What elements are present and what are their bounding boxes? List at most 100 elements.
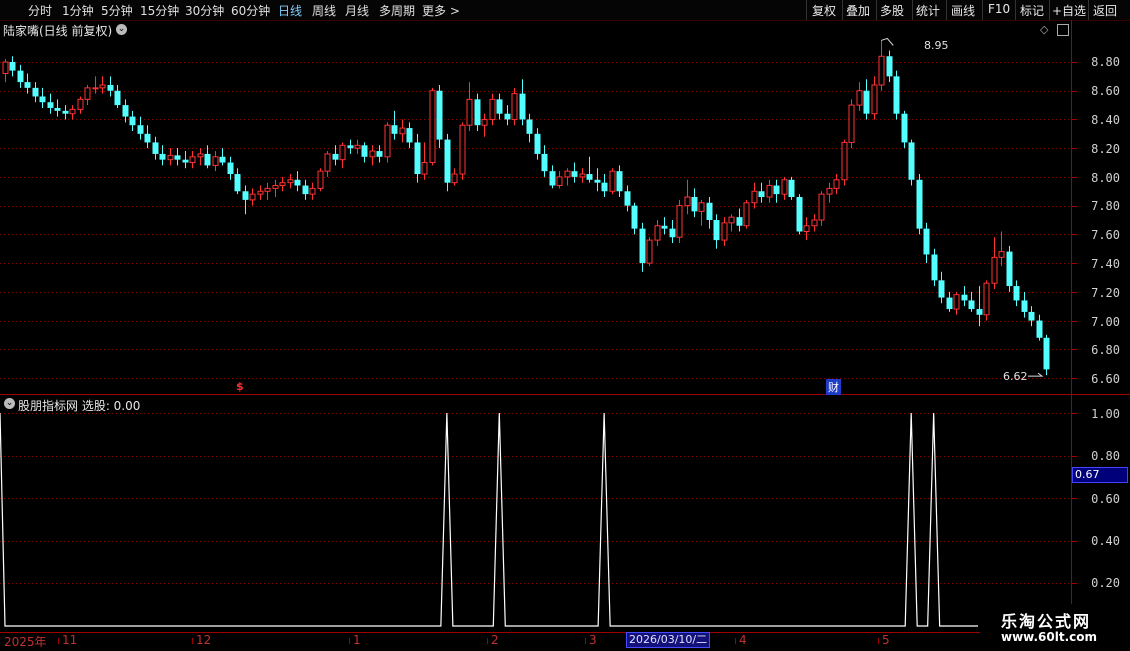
candle-body-up	[466, 98, 473, 126]
candle-body-up	[556, 176, 563, 187]
candle-body-up	[826, 187, 833, 195]
candle-body-up	[721, 222, 728, 241]
price-tick-label: 7.20	[1091, 286, 1120, 300]
cursor-date: 2026/03/10/二	[626, 632, 711, 648]
candle-body-down	[496, 99, 503, 114]
candle-body-down	[122, 105, 129, 117]
candle-body-up	[459, 124, 466, 175]
candle-body-down	[347, 145, 354, 149]
candle-body-down	[54, 107, 61, 111]
candle-body-up	[728, 216, 735, 224]
candle-body-up	[698, 202, 705, 212]
time-axis: 2025年 11 12 1 2 3 4 5	[0, 632, 1071, 651]
price-tick-label: 7.60	[1091, 228, 1120, 242]
kline-chart[interactable]	[0, 0, 1130, 650]
candle-body-down	[571, 171, 578, 177]
candle-body-down	[968, 300, 975, 310]
candle-body-up	[317, 170, 324, 189]
candle-body-up	[287, 179, 294, 184]
candle-body-up	[429, 90, 436, 164]
candle-body-down	[961, 294, 968, 301]
candle-body-up	[766, 185, 773, 198]
candle-body-up	[751, 190, 758, 204]
candle-body-down	[541, 153, 548, 172]
candle-body-up	[2, 61, 9, 74]
candle-body-up	[646, 239, 653, 264]
candle-body-down	[219, 156, 226, 163]
candle-body-down	[788, 179, 795, 198]
candle-body-up	[451, 173, 458, 184]
candle-body-down	[1006, 251, 1013, 287]
candle-body-down	[242, 191, 249, 200]
candle-body-down	[669, 228, 676, 238]
candle-body-down	[17, 70, 24, 83]
candle-body-down	[863, 90, 870, 114]
candle-body-down	[923, 228, 930, 255]
candle-body-down	[908, 142, 915, 180]
price-tick-label: 8.40	[1091, 113, 1120, 127]
indicator-tick-label: 0.60	[1091, 492, 1120, 506]
candle-body-down	[931, 254, 938, 281]
candle-body-up	[421, 162, 428, 175]
price-tick-label: 7.00	[1091, 315, 1120, 329]
candle-body-down	[444, 139, 451, 183]
signal-line	[0, 412, 978, 627]
candle-body-up	[743, 202, 750, 227]
candle-body-up	[841, 141, 848, 181]
candle-body-down	[706, 202, 713, 220]
candle-body-down	[294, 179, 301, 186]
candle-body-down	[174, 155, 181, 160]
chevron-down-icon[interactable]: ⌄	[116, 24, 127, 35]
candle-body-up	[272, 185, 279, 189]
candle-body-up	[564, 170, 571, 178]
diamond-icon[interactable]: ◇	[1040, 23, 1048, 36]
price-tick-label: 7.80	[1091, 199, 1120, 213]
candle-body-down	[586, 174, 593, 180]
candle-body-up	[489, 98, 496, 120]
price-tick-label: 8.00	[1091, 171, 1120, 185]
price-tick-label: 6.80	[1091, 343, 1120, 357]
candle-body-up	[197, 153, 204, 158]
low-price-label: 6.62	[1003, 370, 1028, 383]
candle-body-up	[871, 84, 878, 115]
price-tick-label: 7.40	[1091, 257, 1120, 271]
candle-body-up	[77, 98, 84, 110]
candle-body-down	[182, 159, 189, 163]
candle-body-up	[781, 179, 788, 195]
candle-body-up	[279, 182, 286, 187]
chevron-down-icon[interactable]: ⌄	[4, 398, 15, 409]
candle-body-up	[803, 225, 810, 232]
time-tick-label: 12	[192, 633, 211, 647]
candle-body-up	[354, 144, 361, 149]
candle-body-down	[204, 153, 211, 166]
candle-body-down	[938, 280, 945, 298]
dividend-marker[interactable]: $	[236, 380, 244, 393]
low-pointer	[1028, 372, 1044, 377]
time-tick-label: 4	[735, 633, 747, 647]
candle-body-down	[1013, 286, 1020, 301]
panel-toggle-icon[interactable]	[1057, 24, 1069, 36]
candle-body-down	[9, 62, 16, 71]
price-axis-border	[1071, 20, 1072, 632]
candle-body-down	[302, 185, 309, 195]
candle-body-down	[47, 102, 54, 108]
price-tick-label: 8.60	[1091, 84, 1120, 98]
candle-body-down	[519, 93, 526, 120]
main-chart-title: 陆家嘴(日线 前复权)	[3, 24, 113, 38]
candle-body-down	[406, 128, 413, 143]
indicator-tick-label: 0.20	[1091, 576, 1120, 590]
finance-marker[interactable]: 财	[826, 379, 841, 395]
candle-body-up	[833, 179, 840, 189]
watermark-url: www.60lt.com	[1001, 630, 1098, 644]
candle-body-down	[946, 297, 953, 310]
candle-body-down	[624, 191, 631, 206]
panel-divider[interactable]	[0, 394, 1130, 395]
candle-body-down	[474, 99, 481, 126]
indicator-tick-label: 0.80	[1091, 449, 1120, 463]
time-tick-label: 11	[58, 633, 77, 647]
candle-body-down	[526, 119, 533, 134]
candle-body-up	[324, 153, 331, 172]
candle-body-down	[713, 220, 720, 241]
candle-body-up	[167, 154, 174, 161]
candle-body-up	[811, 219, 818, 227]
